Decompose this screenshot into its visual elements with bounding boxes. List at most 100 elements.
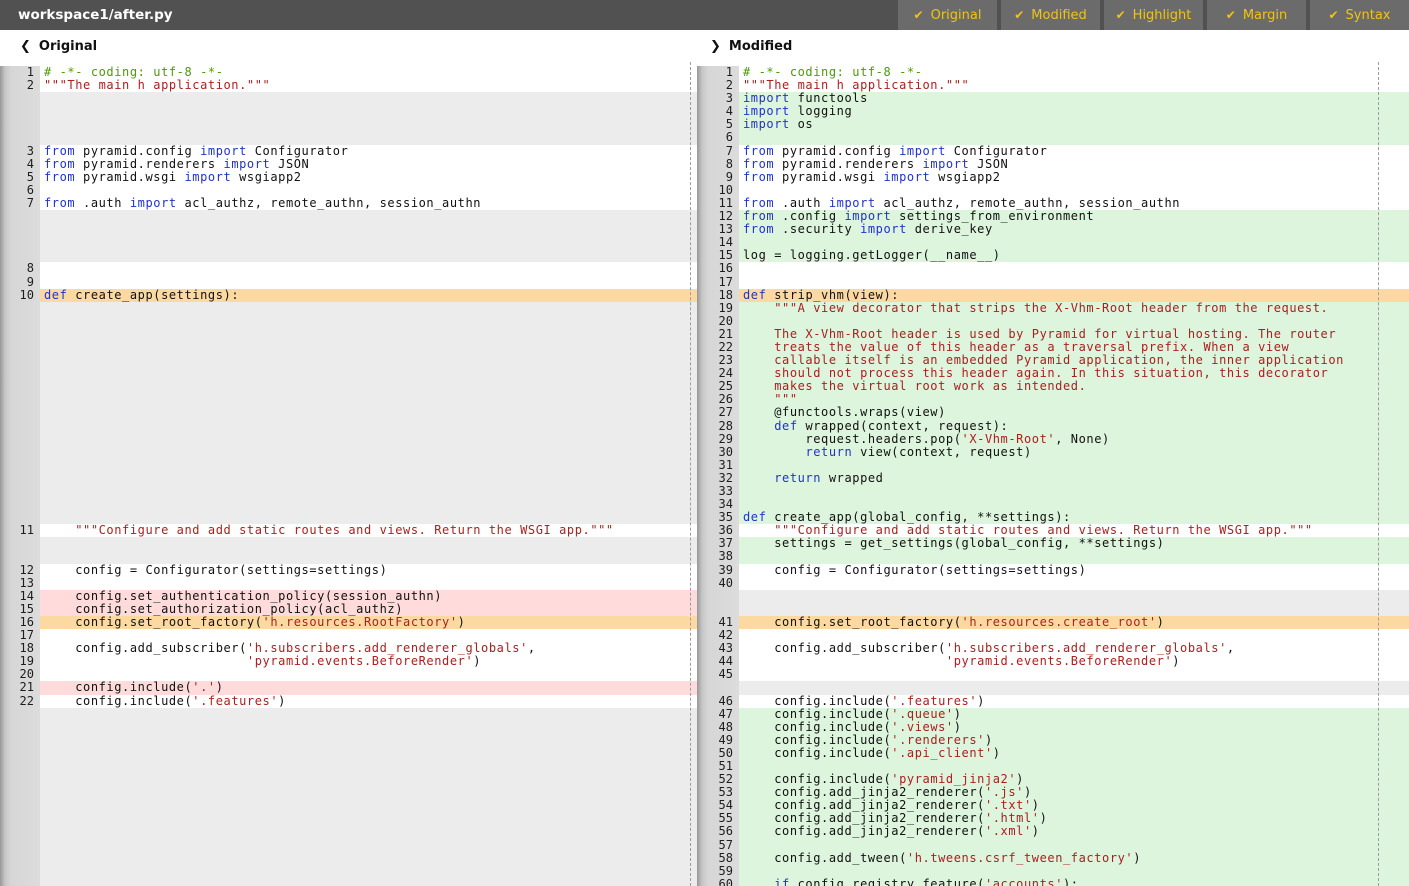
code-line[interactable]: config.include('.renderers'): [739, 734, 1409, 747]
line-number: [0, 302, 40, 315]
code-line[interactable]: 'pyramid.events.BeforeRender'): [739, 655, 1409, 668]
code-line[interactable]: treats the value of this header as a tra…: [739, 341, 1409, 354]
toggle-syntax-button[interactable]: ✔Syntax: [1310, 0, 1409, 30]
code-line[interactable]: config.set_authentication_policy(session…: [40, 590, 697, 603]
toggle-highlight-button[interactable]: ✔Highlight: [1104, 0, 1203, 30]
line-number: 47: [697, 708, 739, 721]
code-line[interactable]: """The main h application.""": [739, 79, 1409, 92]
code-line[interactable]: [739, 184, 1409, 197]
code-row: 28 def wrapped(context, request):: [0, 420, 1409, 433]
code-line[interactable]: from pyramid.config import Configurator: [40, 145, 697, 158]
code-line[interactable]: from .auth import acl_authz, remote_auth…: [739, 197, 1409, 210]
code-line[interactable]: """Configure and add static routes and v…: [40, 524, 697, 537]
code-line[interactable]: return wrapped: [739, 472, 1409, 485]
code-line[interactable]: request.headers.pop('X-Vhm-Root', None): [739, 433, 1409, 446]
code-line[interactable]: [739, 276, 1409, 289]
code-line[interactable]: [40, 577, 697, 590]
code-line[interactable]: [40, 629, 697, 642]
code-line[interactable]: import os: [739, 118, 1409, 131]
toggle-original-button[interactable]: ✔Original: [898, 0, 997, 30]
code-line[interactable]: """Configure and add static routes and v…: [739, 524, 1409, 537]
code-line[interactable]: [739, 485, 1409, 498]
code-line[interactable]: from .config import settings_from_enviro…: [739, 210, 1409, 223]
code-line[interactable]: from pyramid.renderers import JSON: [739, 158, 1409, 171]
code-line[interactable]: [739, 839, 1409, 852]
code-line[interactable]: settings = get_settings(global_config, *…: [739, 537, 1409, 550]
code-line[interactable]: config.add_jinja2_renderer('.html'): [739, 812, 1409, 825]
code-line[interactable]: 'pyramid.events.BeforeRender'): [40, 655, 697, 668]
code-line[interactable]: def wrapped(context, request):: [739, 420, 1409, 433]
code-line[interactable]: [40, 184, 697, 197]
code-line[interactable]: def create_app(settings):: [40, 289, 697, 302]
code-token: import: [883, 171, 930, 184]
code-line[interactable]: from .security import derive_key: [739, 223, 1409, 236]
code-line[interactable]: [739, 760, 1409, 773]
code-line[interactable]: [40, 262, 697, 275]
code-token: config.include(: [743, 721, 891, 734]
code-token: return: [774, 472, 821, 485]
code-line[interactable]: import functools: [739, 92, 1409, 105]
code-line[interactable]: import logging: [739, 105, 1409, 118]
code-line[interactable]: [739, 629, 1409, 642]
code-line[interactable]: from .auth import acl_authz, remote_auth…: [40, 197, 697, 210]
code-line[interactable]: config.include('.views'): [739, 721, 1409, 734]
code-line[interactable]: [739, 668, 1409, 681]
code-line[interactable]: [40, 668, 697, 681]
code-line[interactable]: from pyramid.renderers import JSON: [40, 158, 697, 171]
original-line: [0, 105, 697, 118]
code-line[interactable]: should not process this header again. In…: [739, 367, 1409, 380]
code-line[interactable]: [739, 262, 1409, 275]
code-line[interactable]: config.include('pyramid_jinja2'): [739, 773, 1409, 786]
code-token: ): [1133, 852, 1141, 865]
code-line[interactable]: The X-Vhm-Root header is used by Pyramid…: [739, 328, 1409, 341]
code-line[interactable]: config.include('.features'): [40, 695, 697, 708]
code-token: pyramid.wsgi: [774, 171, 883, 184]
toggle-modified-button[interactable]: ✔Modified: [1001, 0, 1100, 30]
code-line[interactable]: config.add_tween('h.tweens.csrf_tween_fa…: [739, 852, 1409, 865]
code-line[interactable]: [739, 550, 1409, 563]
code-line[interactable]: config.include('.'): [40, 681, 697, 694]
code-line[interactable]: def strip_vhm(view):: [739, 289, 1409, 302]
code-line[interactable]: config.add_jinja2_renderer('.xml'): [739, 825, 1409, 838]
code-line[interactable]: # -*- coding: utf-8 -*-: [40, 66, 697, 79]
code-line[interactable]: [739, 459, 1409, 472]
code-line[interactable]: from pyramid.config import Configurator: [739, 145, 1409, 158]
code-line[interactable]: return view(context, request): [739, 446, 1409, 459]
code-line[interactable]: config.add_subscriber('h.subscribers.add…: [40, 642, 697, 655]
code-line[interactable]: config.set_authorization_policy(acl_auth…: [40, 603, 697, 616]
code-line[interactable]: callable itself is an embedded Pyramid a…: [739, 354, 1409, 367]
code-line[interactable]: config.add_jinja2_renderer('.txt'): [739, 799, 1409, 812]
code-line[interactable]: # -*- coding: utf-8 -*-: [739, 66, 1409, 79]
code-line[interactable]: log = logging.getLogger(__name__): [739, 249, 1409, 262]
code-line[interactable]: config = Configurator(settings=settings): [40, 564, 697, 577]
code-line[interactable]: [739, 236, 1409, 249]
code-line[interactable]: @functools.wraps(view): [739, 406, 1409, 419]
code-line[interactable]: config.include('.api_client'): [739, 747, 1409, 760]
code-line[interactable]: makes the virtual root work as intended.: [739, 380, 1409, 393]
code-line[interactable]: [739, 315, 1409, 328]
code-line[interactable]: config.include('.features'): [739, 695, 1409, 708]
code-line[interactable]: config.add_subscriber('h.subscribers.add…: [739, 642, 1409, 655]
code-line[interactable]: [739, 131, 1409, 144]
code-line[interactable]: config.set_root_factory('h.resources.cre…: [739, 616, 1409, 629]
code-line: [40, 825, 697, 838]
code-line[interactable]: """: [739, 393, 1409, 406]
code-line[interactable]: """The main h application.""": [40, 79, 697, 92]
code-line[interactable]: [40, 276, 697, 289]
code-token: wrapped: [821, 472, 883, 485]
code-line[interactable]: """A view decorator that strips the X-Vh…: [739, 302, 1409, 315]
code-line[interactable]: [739, 498, 1409, 511]
code-line[interactable]: config.set_root_factory('h.resources.Roo…: [40, 616, 697, 629]
toggle-margin-button[interactable]: ✔Margin: [1207, 0, 1306, 30]
code-line[interactable]: config.include('.queue'): [739, 708, 1409, 721]
code-line[interactable]: [739, 865, 1409, 878]
code-line[interactable]: config.add_jinja2_renderer('.js'): [739, 786, 1409, 799]
code-line[interactable]: config = Configurator(settings=settings): [739, 564, 1409, 577]
code-line[interactable]: def create_app(global_config, **settings…: [739, 511, 1409, 524]
code-line[interactable]: if config.registry.feature('accounts'):: [739, 878, 1409, 886]
toggle-button-label: Margin: [1243, 8, 1287, 23]
code-line[interactable]: from pyramid.wsgi import wsgiapp2: [40, 171, 697, 184]
code-token: .auth: [75, 197, 130, 210]
code-line[interactable]: [739, 577, 1409, 590]
code-line[interactable]: from pyramid.wsgi import wsgiapp2: [739, 171, 1409, 184]
